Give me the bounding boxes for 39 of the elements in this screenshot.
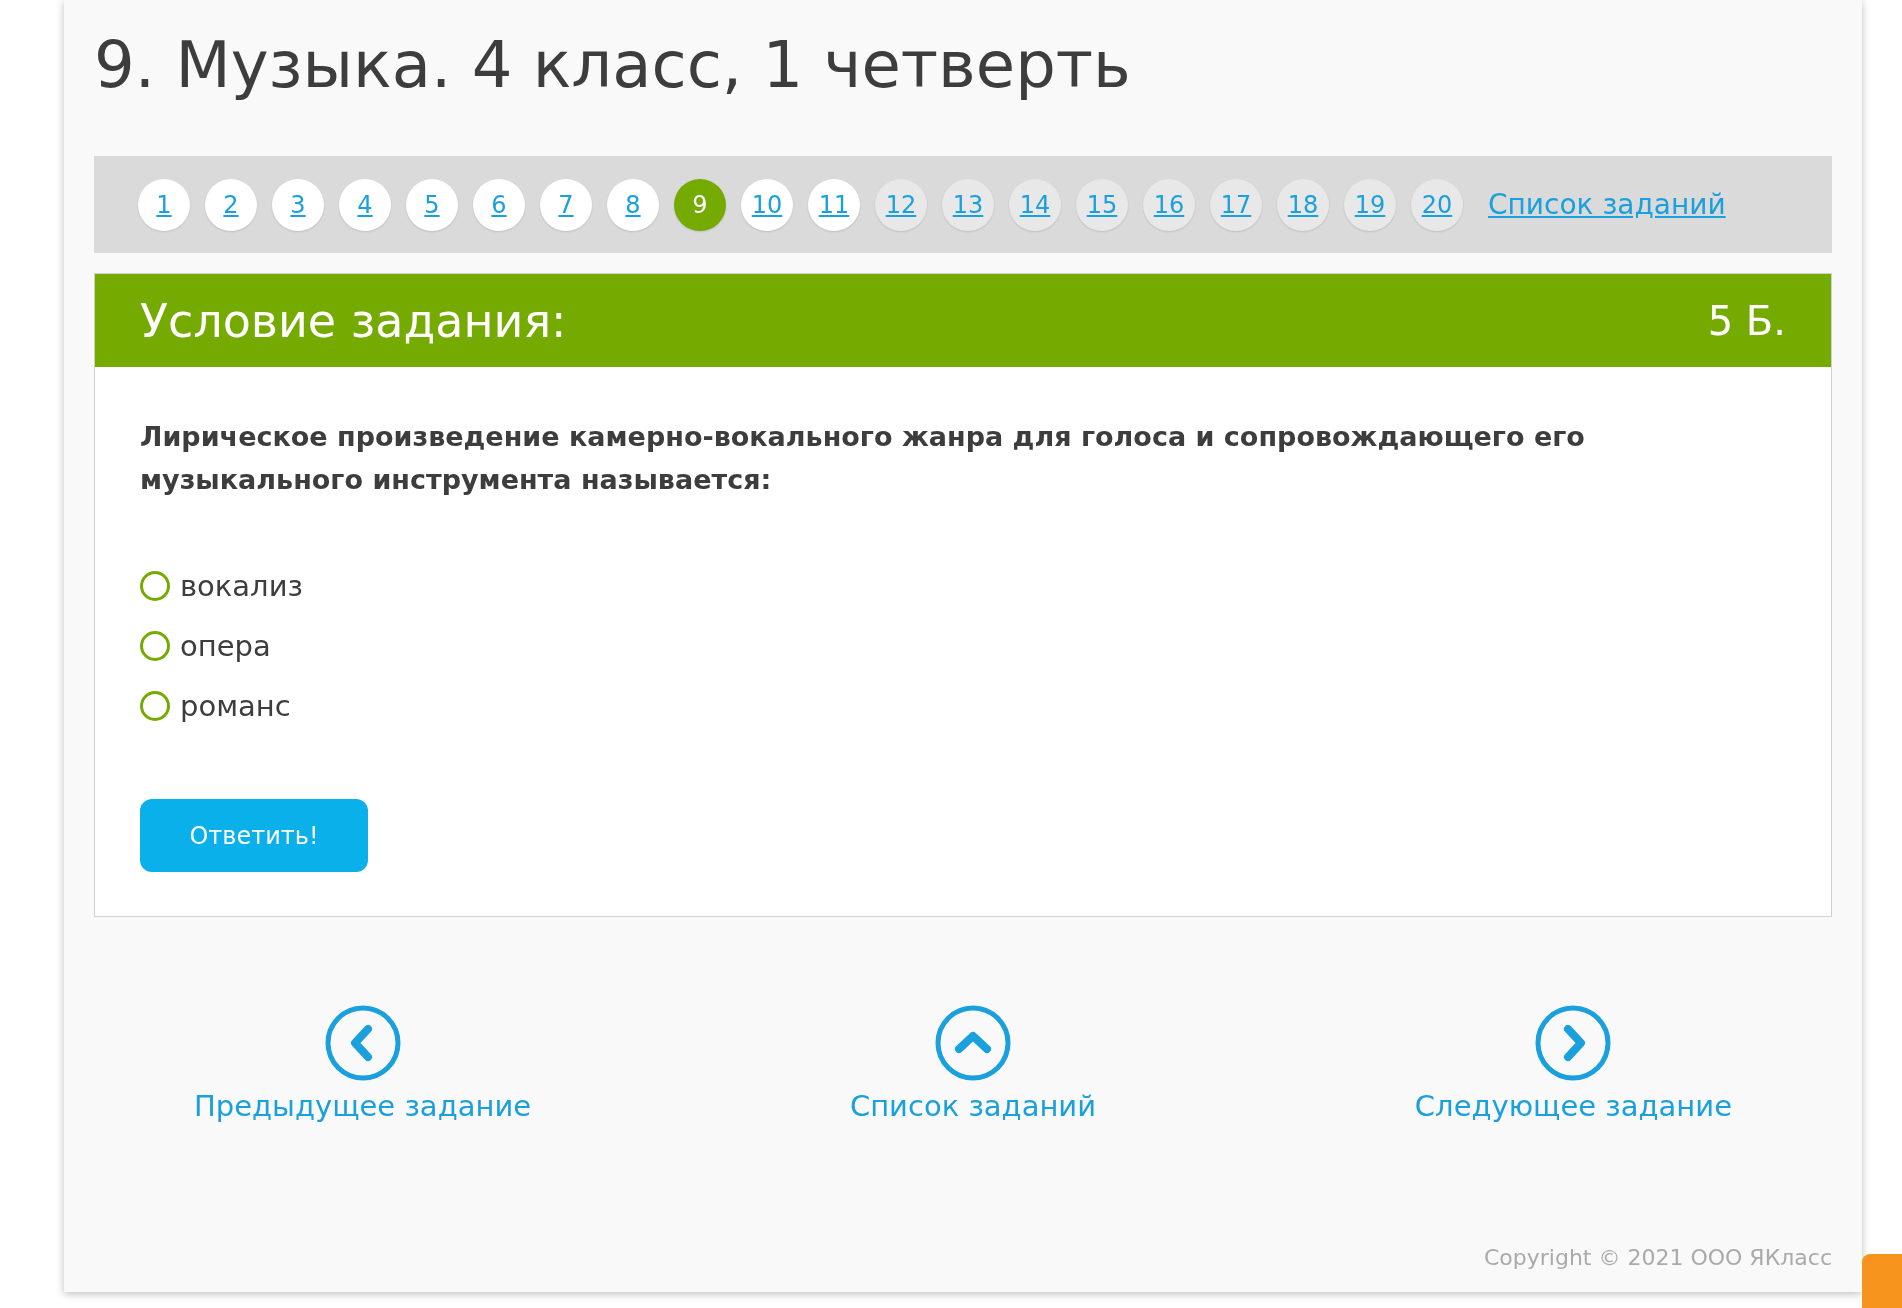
- submit-button[interactable]: Ответить!: [140, 799, 368, 872]
- copyright-text: Copyright © 2021 ООО ЯКласс: [1483, 1245, 1832, 1270]
- option-label[interactable]: вокализ: [180, 569, 303, 603]
- question-text: Лирическое произведение камерно-вокального жанра для голоса и сопровождающего его музыкального инструмента называется:: [140, 420, 1586, 497]
- page-link[interactable]: 1: [138, 178, 190, 231]
- page-link[interactable]: 15: [1076, 178, 1128, 231]
- page-link[interactable]: 3: [272, 178, 324, 231]
- page-link[interactable]: 11: [808, 178, 860, 231]
- up-chevron-icon[interactable]: [935, 1005, 1011, 1081]
- page-link[interactable]: 19: [1344, 178, 1396, 231]
- page-link[interactable]: 9: [674, 178, 726, 231]
- page-link[interactable]: 5: [406, 178, 458, 231]
- nav-link[interactable]: Следующее задание: [1414, 1089, 1732, 1123]
- page-link[interactable]: 13: [942, 178, 994, 231]
- option-label[interactable]: опера: [180, 629, 271, 663]
- nav-link[interactable]: Список заданий: [849, 1089, 1097, 1123]
- points-label: 5 Б.: [1707, 297, 1786, 344]
- page-link[interactable]: 20: [1411, 178, 1463, 231]
- radio-button[interactable]: [140, 631, 170, 661]
- page-link[interactable]: 7: [540, 178, 592, 231]
- page-link[interactable]: 10: [741, 178, 793, 231]
- page-link[interactable]: 4: [339, 178, 391, 231]
- page-link[interactable]: 2: [205, 178, 257, 231]
- left-chevron-icon[interactable]: [324, 1005, 401, 1081]
- page-title: 9. Музыка. 4 класс, 1 четверть: [94, 27, 1132, 104]
- option-label[interactable]: романс: [180, 689, 291, 723]
- radio-button[interactable]: [140, 571, 170, 601]
- page-link[interactable]: 18: [1277, 178, 1329, 231]
- page-link[interactable]: 12: [875, 178, 927, 231]
- radio-button[interactable]: [140, 691, 170, 721]
- page-link[interactable]: 8: [607, 178, 659, 231]
- page-link[interactable]: 17: [1210, 178, 1262, 231]
- right-chevron-icon[interactable]: [1535, 1005, 1612, 1081]
- page-link[interactable]: 14: [1009, 178, 1061, 231]
- page-link[interactable]: 16: [1143, 178, 1195, 231]
- page-link[interactable]: 6: [473, 178, 525, 231]
- task-list-link[interactable]: Список заданий: [1488, 188, 1726, 221]
- task-header-title: Условие задания:: [140, 293, 567, 348]
- nav-link[interactable]: Предыдущее задание: [194, 1089, 532, 1123]
